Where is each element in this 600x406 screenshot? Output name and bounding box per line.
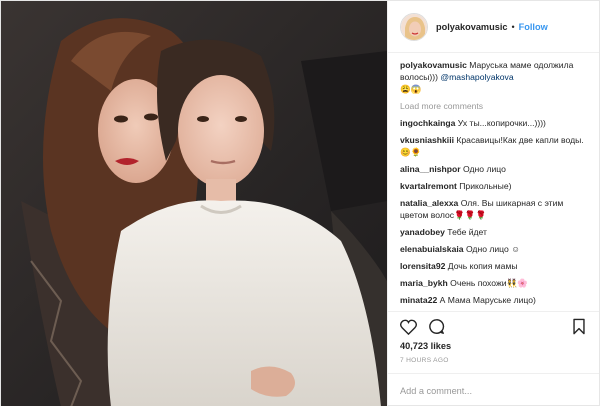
- instagram-post: polyakovamusic • Follow polyakovamusic М…: [0, 0, 600, 406]
- comment-text: Одно лицо ☺: [465, 244, 520, 254]
- comment-username[interactable]: ingochkainga: [400, 118, 455, 128]
- comment-button[interactable]: [426, 317, 446, 337]
- follow-button[interactable]: Follow: [519, 22, 548, 32]
- comment-username[interactable]: maria_bykh: [400, 278, 448, 288]
- comment-item: yanadobey Тебе йдет: [400, 226, 587, 238]
- post-photo-image: [1, 1, 387, 406]
- comment-username[interactable]: alina__nishpor: [400, 164, 461, 174]
- header-username[interactable]: polyakovamusic: [436, 22, 508, 32]
- comment-icon: [428, 319, 444, 334]
- comment-text: Ух ты...копирочки...)))): [457, 118, 546, 128]
- post-header: polyakovamusic • Follow: [388, 1, 599, 53]
- comment-username[interactable]: kvartalremont: [400, 181, 457, 191]
- comment-item: elenabuialskaia Одно лицо ☺: [400, 243, 587, 255]
- comment-item: minata22 А Мама Маруське лицо): [400, 294, 587, 306]
- comment-username[interactable]: minata22: [400, 295, 437, 305]
- save-button[interactable]: [569, 317, 589, 337]
- comment-item: alina__nishpor Одно лицо: [400, 163, 587, 175]
- add-comment-input[interactable]: [400, 385, 587, 396]
- like-count[interactable]: 40,723 likes: [388, 341, 599, 355]
- post-photo[interactable]: [1, 1, 387, 406]
- caption-mention[interactable]: @mashapolyakova: [440, 72, 513, 82]
- header-separator: •: [511, 21, 515, 32]
- comment-username[interactable]: lorensita92: [400, 261, 445, 271]
- comment-item: ingochkainga Ух ты...копирочки...)))): [400, 117, 587, 129]
- comment-text: Очень похожи👯🌸: [450, 278, 528, 288]
- comment-item: kvartalremont Прикольные): [400, 180, 587, 192]
- caption-username[interactable]: polyakovamusic: [400, 60, 467, 70]
- post-sidebar: polyakovamusic • Follow polyakovamusic М…: [387, 1, 599, 406]
- comment-text: Тебе йдет: [447, 227, 487, 237]
- comments-section: polyakovamusic Маруська маме одолжила во…: [388, 53, 599, 311]
- comment-text: Прикольные): [459, 181, 512, 191]
- comment-text: А Мама Маруське лицо): [439, 295, 536, 305]
- comment-username[interactable]: yanadobey: [400, 227, 445, 237]
- action-bar: [388, 311, 599, 341]
- add-comment-bar: [388, 373, 599, 406]
- comment-item: maria_bykh Очень похожи👯🌸: [400, 277, 587, 289]
- comment-username[interactable]: elenabuialskaia: [400, 244, 464, 254]
- post-caption: polyakovamusic Маруська маме одолжила во…: [400, 59, 587, 95]
- avatar[interactable]: [400, 12, 428, 41]
- comment-username[interactable]: vkusniashkiii: [400, 135, 454, 145]
- caption-emoji: 😩😱: [400, 84, 422, 94]
- post-timestamp: 7 HOURS AGO: [400, 357, 449, 364]
- comment-item: natalia_alexxa Оля. Вы шикарная с этим ц…: [400, 197, 587, 221]
- comment-text: Дочь копия мамы: [447, 261, 518, 271]
- comment-item: vkusniashkiii Красавицы!Как две капли во…: [400, 134, 587, 158]
- load-more-comments-button[interactable]: Load more comments: [400, 101, 587, 111]
- comment-list: ingochkainga Ух ты...копирочки...)))) vku…: [400, 117, 587, 306]
- comment-item: lorensita92 Дочь копия мамы: [400, 260, 587, 272]
- avatar-image: [401, 13, 427, 40]
- comment-text: Одно лицо: [463, 164, 506, 174]
- heart-icon: [399, 319, 417, 335]
- comment-username[interactable]: natalia_alexxa: [400, 198, 458, 208]
- like-button[interactable]: [398, 317, 418, 337]
- bookmark-icon: [573, 318, 585, 335]
